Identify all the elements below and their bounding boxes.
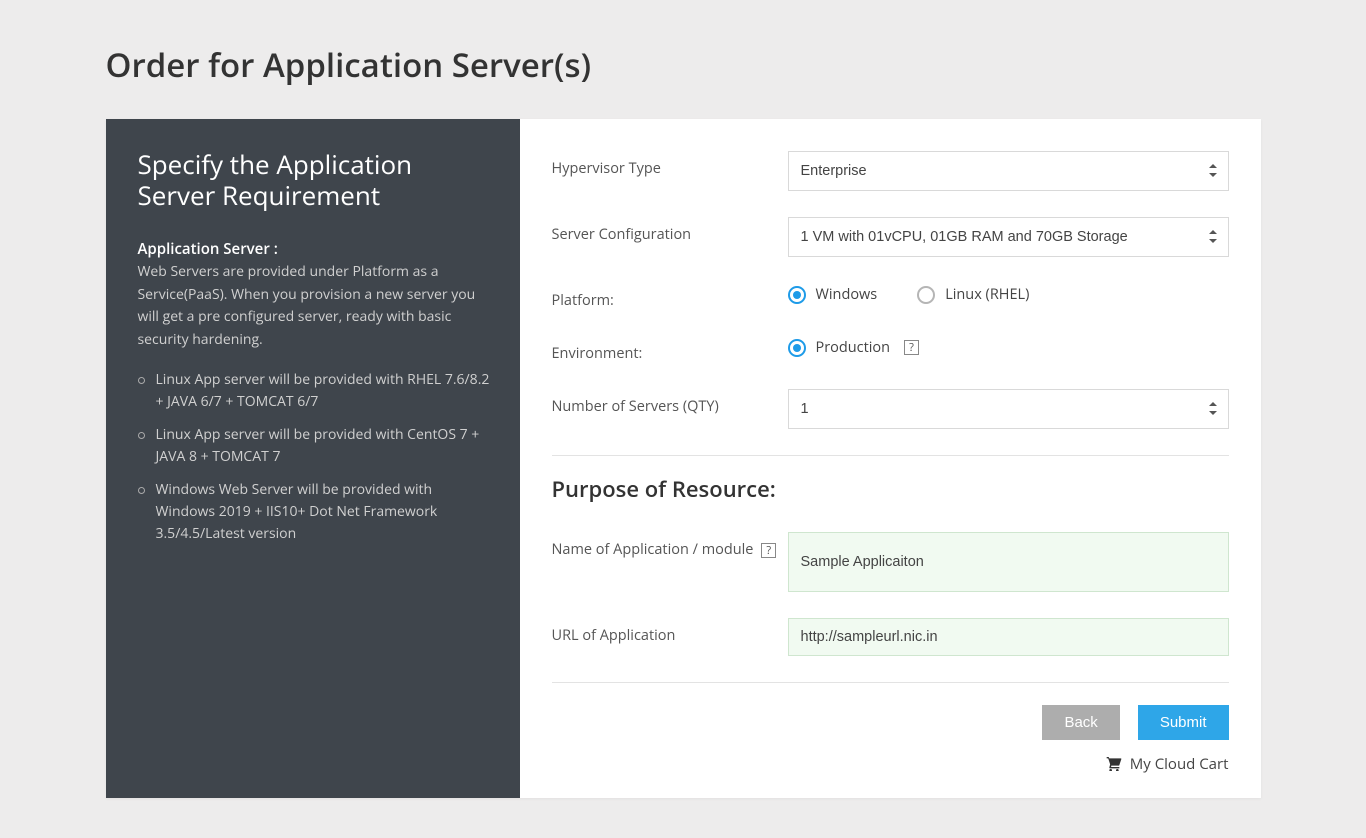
sidebar-heading: Specify the Application Server Requireme… — [138, 149, 490, 211]
cart-label: My Cloud Cart — [1130, 754, 1229, 774]
sidebar-description: Web Servers are provided under Platform … — [138, 261, 490, 351]
list-item: Linux App server will be provided with R… — [138, 369, 490, 414]
server-config-select-input[interactable]: 1 VM with 01vCPU, 01GB RAM and 70GB Stor… — [788, 217, 1229, 257]
app-url-label: URL of Application — [552, 618, 788, 645]
help-icon[interactable]: ? — [904, 340, 919, 355]
server-config-select[interactable]: 1 VM with 01vCPU, 01GB RAM and 70GB Stor… — [788, 217, 1229, 257]
hypervisor-select[interactable]: Enterprise — [788, 151, 1229, 191]
radio-label: Linux (RHEL) — [945, 285, 1029, 304]
hypervisor-label: Hypervisor Type — [552, 151, 788, 178]
list-item: Windows Web Server will be provided with… — [138, 479, 490, 546]
radio-icon — [788, 286, 806, 304]
list-item: Linux App server will be provided with C… — [138, 424, 490, 469]
app-url-input[interactable] — [788, 618, 1229, 656]
platform-radio-windows[interactable]: Windows — [788, 285, 878, 304]
submit-button[interactable]: Submit — [1138, 705, 1229, 740]
radio-label: Production — [816, 338, 891, 357]
qty-select[interactable]: 1 — [788, 389, 1229, 429]
page-title: Order for Application Server(s) — [106, 42, 1261, 87]
server-config-label: Server Configuration — [552, 217, 788, 244]
sidebar-subhead: Application Server : — [138, 239, 490, 259]
section-divider — [552, 682, 1229, 683]
platform-label: Platform: — [552, 283, 788, 310]
my-cloud-cart-link[interactable]: My Cloud Cart — [552, 754, 1229, 774]
form-panel: Hypervisor Type Enterprise Server Config… — [520, 119, 1261, 798]
section-divider — [552, 455, 1229, 456]
purpose-heading: Purpose of Resource: — [552, 474, 1229, 504]
qty-select-input[interactable]: 1 — [788, 389, 1229, 429]
order-card: Specify the Application Server Requireme… — [106, 119, 1261, 798]
environment-label: Environment: — [552, 336, 788, 363]
radio-icon — [788, 339, 806, 357]
app-name-input[interactable] — [788, 532, 1229, 592]
radio-icon — [917, 286, 935, 304]
platform-radio-linux[interactable]: Linux (RHEL) — [917, 285, 1029, 304]
sidebar-bullet-list: Linux App server will be provided with R… — [138, 369, 490, 546]
help-icon[interactable]: ? — [761, 543, 776, 558]
sidebar-info-panel: Specify the Application Server Requireme… — [106, 119, 520, 798]
radio-label: Windows — [816, 285, 878, 304]
environment-radio-production[interactable]: Production ? — [788, 338, 920, 357]
back-button[interactable]: Back — [1042, 705, 1119, 740]
qty-label: Number of Servers (QTY) — [552, 389, 788, 416]
hypervisor-select-input[interactable]: Enterprise — [788, 151, 1229, 191]
cart-icon — [1106, 757, 1122, 771]
app-name-label: Name of Application / module ? — [552, 532, 788, 559]
